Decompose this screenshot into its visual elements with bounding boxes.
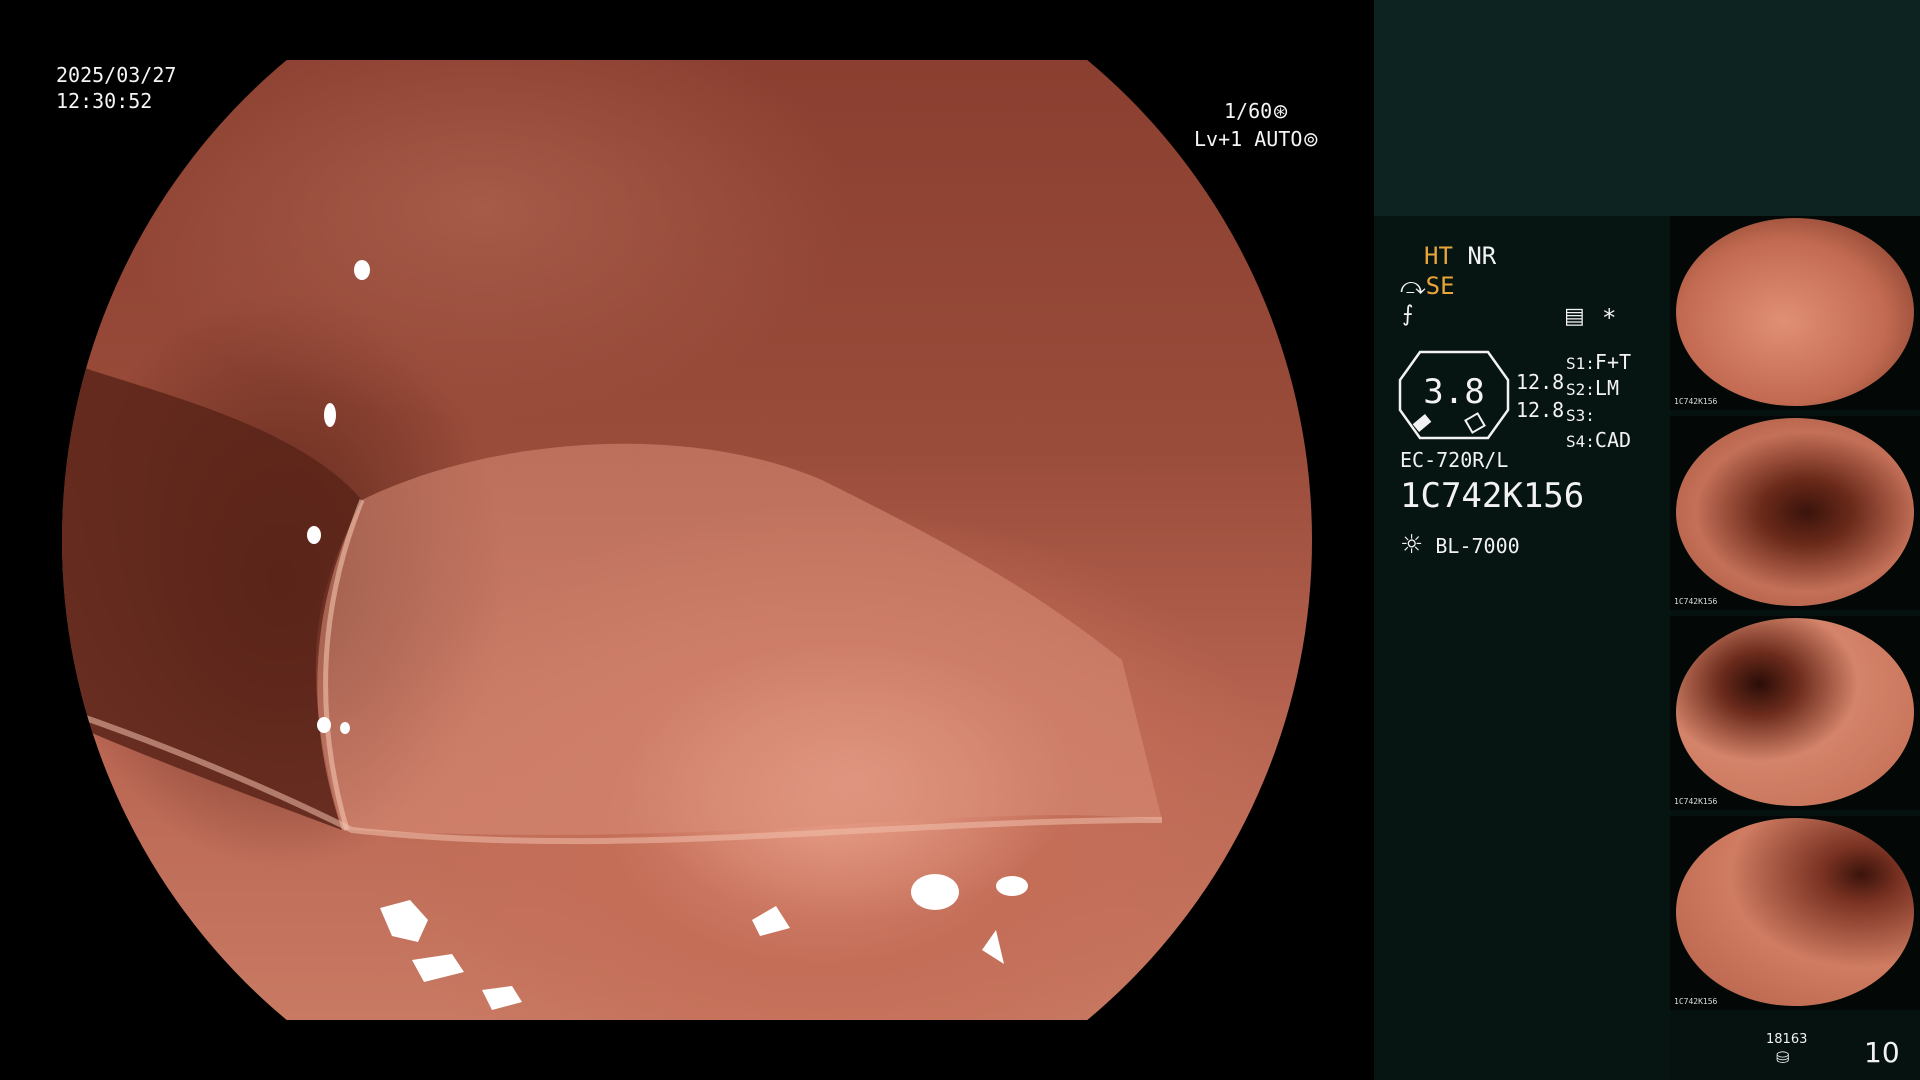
switch-s3: S3:	[1566, 406, 1595, 425]
shutter-speed: 1/60	[1224, 99, 1273, 123]
thumbnail-image	[1676, 218, 1914, 406]
shutter-icon: ⊛	[1272, 99, 1289, 123]
shutter-readout: 1/60⊛	[1224, 98, 1289, 124]
brightness-level: Lv+1	[1194, 127, 1243, 151]
thumbnail-label: 1C742K156	[1674, 597, 1718, 606]
switch-s1: S1:F+T	[1566, 350, 1632, 374]
asterisk-indicator: *	[1602, 304, 1617, 332]
thumbnail-label: 1C742K156	[1674, 797, 1718, 806]
thumbnail-1[interactable]: 1C742K156	[1670, 216, 1920, 410]
light-source-model: BL-7000	[1435, 534, 1520, 558]
structure-enhance-icon: ⤼	[1400, 272, 1426, 300]
value-top: 12.8	[1516, 370, 1565, 394]
thumbnail-label: 1C742K156	[1674, 397, 1718, 406]
exposure-readout: Lv+1 AUTO⊚	[1194, 126, 1319, 152]
storage-icon: ⛁	[1776, 1048, 1790, 1067]
light-source-icon: ☼	[1400, 530, 1424, 560]
image-count: 10	[1864, 1036, 1900, 1069]
capture-time: 12:30:52	[56, 89, 153, 113]
exposure-mode: AUTO	[1254, 127, 1303, 151]
scope-switch-list: S1:F+T S2:LM S3: S4:CAD	[1566, 350, 1631, 454]
se-row: ⤼SE	[1400, 272, 1455, 300]
settings-icon: ▤	[1564, 304, 1585, 329]
light-source-row: ☼ BL-7000	[1400, 530, 1520, 560]
top-info-panel	[1374, 0, 1920, 216]
thumbnail-3[interactable]: 1C742K156	[1670, 616, 1920, 810]
settings-panel: HT NR ⤼SE ⨍ ▤ * 3.8 12.8 12.8 S1:F+T S2:…	[1374, 216, 1670, 1080]
iris-icon: ⊚	[1302, 127, 1320, 151]
thumbnail-image	[1676, 418, 1914, 606]
ht-nr-row: HT NR	[1424, 242, 1496, 270]
thumbnail-column: 1C742K156 1C742K156 1C742K156 1C742K156	[1670, 216, 1920, 1016]
mucosa-folds	[62, 260, 1163, 1010]
storage-count: 18163	[1766, 1032, 1808, 1047]
storage-status: 18163 ⛁ 10	[1670, 1016, 1920, 1080]
zoom-gauge: 3.8	[1398, 350, 1510, 440]
switch-s4: S4:CAD	[1566, 428, 1632, 452]
thumbnail-image	[1676, 618, 1914, 806]
value-bottom: 12.8	[1516, 398, 1565, 422]
thumbnail-label: 1C742K156	[1674, 997, 1718, 1006]
f-icon: ⨍	[1402, 302, 1414, 327]
scope-serial: 1C742K156	[1400, 476, 1585, 516]
endoscopic-image	[62, 60, 1312, 1020]
scope-model: EC-720R/L	[1400, 448, 1509, 472]
nr-indicator: NR	[1467, 242, 1497, 270]
switch-s2: S2:LM	[1566, 376, 1619, 400]
thumbnail-4[interactable]: 1C742K156	[1670, 816, 1920, 1010]
thumbnail-image	[1676, 818, 1914, 1006]
ht-indicator: HT	[1424, 242, 1453, 270]
capture-date: 2025/03/27	[56, 63, 177, 87]
zoom-value: 3.8	[1423, 372, 1485, 412]
thumbnail-2[interactable]: 1C742K156	[1670, 416, 1920, 610]
se-indicator: SE	[1425, 272, 1455, 300]
